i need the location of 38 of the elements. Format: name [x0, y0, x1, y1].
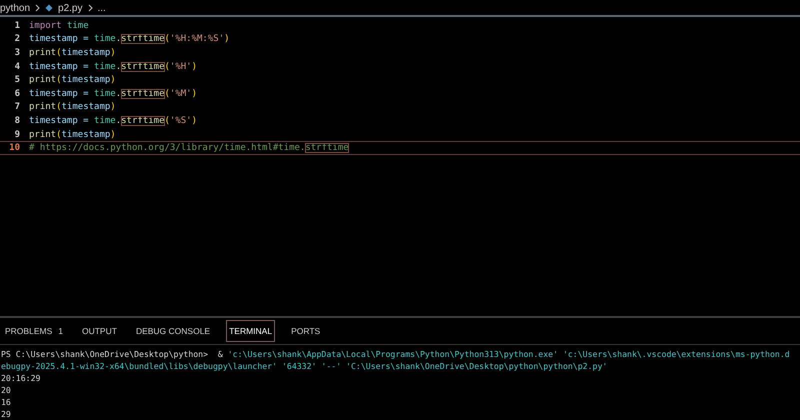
python-file-icon — [45, 4, 54, 12]
code-line: timestamp = time.strftime('%H') — [29, 62, 198, 72]
breadcrumb-file[interactable]: p2.py — [58, 2, 82, 14]
line-number: 10 — [8, 143, 21, 154]
panel-tab[interactable]: OUTPUT — [78, 320, 120, 342]
panel-tab[interactable]: PORTS — [288, 320, 324, 342]
terminal-line: ebugpy-2025.4.1-win32-x64\bundled\libs\debugpy\launcher' '64332' '--' 'C:\Users\shank\OneDrive\Desktop\python\python\p2.py' — [1, 360, 608, 372]
panel-tab[interactable]: PROBLEMS 1 — [2, 320, 66, 342]
breadcrumb-more[interactable]: ... — [98, 2, 106, 14]
code-line: timestamp = time.strftime('%M') — [29, 88, 198, 99]
line-number: 8 — [14, 116, 21, 126]
panel-tab[interactable]: TERMINAL — [226, 320, 276, 342]
line-number: 5 — [14, 75, 21, 86]
code-line: print(timestamp) — [29, 130, 116, 140]
code-line: import time — [29, 20, 89, 31]
code-line: # https://docs.python.org/3/library/time.html#time.strftime — [29, 143, 349, 154]
terminal-line: 20 — [1, 384, 12, 396]
code-line: print(timestamp) — [29, 102, 116, 112]
problem-count: 1 — [58, 326, 63, 336]
code-line: timestamp = time.strftime('%S') — [29, 116, 198, 126]
code-line: timestamp = time.strftime('%H:%M:%S') — [29, 34, 230, 44]
terminal-line: 20:16:29 — [1, 372, 42, 384]
code-line: print(timestamp) — [29, 48, 116, 58]
line-number: 7 — [14, 102, 21, 112]
terminal-line: 29 — [1, 408, 12, 420]
breadcrumb-folder[interactable]: python — [0, 2, 30, 14]
line-number: 1 — [14, 20, 21, 31]
line-number: 2 — [14, 34, 21, 44]
line-number: 3 — [14, 48, 21, 58]
panel-tab[interactable]: DEBUG CONSOLE — [132, 320, 214, 342]
chevron-icon — [88, 4, 92, 12]
terminal-line: PS C:\Users\shank\OneDrive\Desktop\python> & 'c:\Users\shank\AppData\Local\Programs\Python\Python313\python.exe' 'c:\Users\shank\.vscode\extensions\ms-python.d — [1, 348, 791, 360]
line-number: 6 — [14, 88, 21, 99]
line-number: 9 — [14, 130, 21, 140]
line-number: 4 — [14, 62, 21, 72]
chevron-icon — [35, 4, 40, 12]
code-line: print(timestamp) — [29, 75, 116, 86]
terminal-line: 16 — [1, 396, 12, 408]
